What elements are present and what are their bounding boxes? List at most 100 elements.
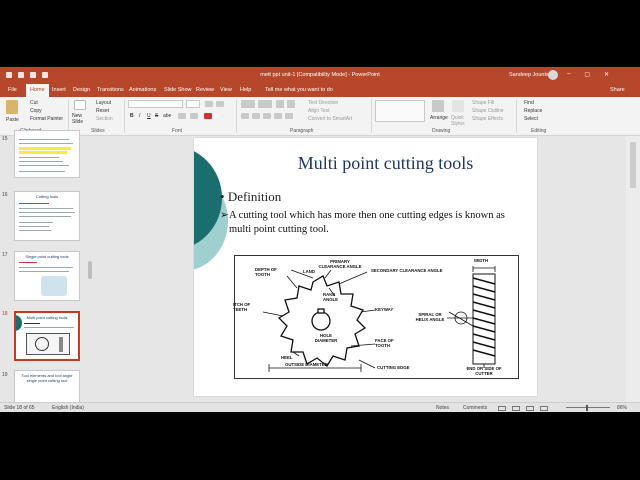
spiral-helix-angle-label: SPIRAL OR HELIX ANGLE [415,312,445,322]
reset-button[interactable]: Reset [96,108,109,114]
bold-button[interactable]: B [130,113,134,119]
tell-me-search[interactable]: Tell me what you want to do [265,87,333,93]
reading-view-icon[interactable] [526,406,534,411]
new-slide-icon[interactable] [74,100,86,110]
scrollbar-thumb[interactable] [630,142,636,188]
close-button[interactable]: ✕ [604,71,609,78]
divider [516,99,517,133]
divider [371,99,372,133]
shape-fill-button[interactable]: Shape Fill [472,100,494,106]
width-label: WIDTH [474,258,489,263]
bullet-definition[interactable]: • Definition [220,189,281,205]
decrease-indent-icon[interactable] [276,100,284,108]
paste-button[interactable]: Paste [6,117,19,123]
thumbnail-number: 16 [2,192,8,198]
definition-paragraph[interactable]: ➢ A cutting tool which has more then one… [220,209,520,237]
arrange-icon[interactable] [432,100,444,112]
outside-diameter-label: OUTSIDE DIAMETER [285,362,328,367]
vertical-scrollbar[interactable] [626,136,640,402]
hole-diameter-label: HOLE DIAMETER [314,333,338,343]
user-name[interactable]: Sandeep Jounts [509,72,549,78]
italic-button[interactable]: I [139,113,140,119]
font-name-box[interactable] [128,100,183,108]
thumbnail-title: Multi point cutting tools [26,315,68,320]
copy-button[interactable]: Copy [30,108,42,114]
share-button[interactable]: Share [610,87,625,93]
font-size-box[interactable] [186,100,200,108]
justify-icon[interactable] [274,113,282,119]
tab-review[interactable]: Review [196,87,214,93]
divider [236,99,237,133]
convert-smartart-button[interactable]: Convert to SmartArt [308,116,352,122]
depth-of-tooth-label: DEPTH OF TOOTH [255,267,277,277]
new-slide-button[interactable]: New Slide [72,113,90,125]
slide-thumbnail[interactable]: Cutting tools [14,191,80,241]
ribbon-tabs: File Home Insert Design Transitions Anim… [0,84,640,97]
increase-font-icon[interactable] [205,101,213,107]
select-button[interactable]: Select [524,116,538,122]
align-left-icon[interactable] [241,113,249,119]
quick-styles-icon[interactable] [452,100,464,112]
replace-button[interactable]: Replace [524,108,542,114]
comments-button[interactable]: Comments [463,405,487,411]
notes-button[interactable]: Notes [436,405,449,411]
format-painter-button[interactable]: Format Painter [30,116,63,122]
slide-thumbnail-selected[interactable]: Multi point cutting tools [14,311,80,361]
zoom-slider[interactable] [566,407,610,408]
arrange-button[interactable]: Arrange [430,115,448,121]
shadow-button[interactable]: abe [163,113,171,119]
text-direction-button[interactable]: Text Direction [308,100,338,106]
normal-view-icon[interactable] [498,406,506,411]
quick-styles-button[interactable]: Quick Styles [451,115,469,127]
numbering-icon[interactable] [258,100,272,108]
thumbnail-scrollbar[interactable] [88,261,92,279]
slide-sorter-icon[interactable] [512,406,520,411]
tab-design[interactable]: Design [73,87,90,93]
slide-title[interactable]: Multi point cutting tools [234,153,537,174]
maximize-button[interactable]: ▢ [584,71,590,78]
character-spacing-icon[interactable] [178,113,186,119]
align-center-icon[interactable] [252,113,260,119]
minimize-button[interactable]: – [567,71,570,78]
columns-icon[interactable] [285,113,293,119]
bullets-icon[interactable] [241,100,255,108]
align-right-icon[interactable] [263,113,271,119]
layout-button[interactable]: Layout [96,100,111,106]
section-button[interactable]: Section [96,116,113,122]
cut-button[interactable]: Cut [30,100,38,106]
tab-slide-show[interactable]: Slide Show [164,87,192,93]
thumbnail-title: Single point cutting tools [25,254,69,259]
tab-file[interactable]: File [8,87,17,93]
zoom-slider-handle[interactable] [586,405,588,411]
tab-home[interactable]: Home [26,84,49,97]
slide-thumbnail[interactable]: Single point cutting tools [14,251,80,301]
find-button[interactable]: Find [524,100,534,106]
thumbnail-number: 19 [2,372,8,378]
thumbnail-number: 15 [2,136,8,142]
slide-thumbnail[interactable] [14,130,80,178]
shape-effects-button[interactable]: Shape Effects [472,116,503,122]
strikethrough-button[interactable]: S [155,113,158,119]
face-of-tooth-label: FACE OF TOOTH [375,338,394,348]
milling-cutter-diagram[interactable]: DEPTH OF TOOTH LAND PRIMARY CLEARANCE AN… [233,255,519,379]
shape-outline-button[interactable]: Shape Outline [472,108,504,114]
paste-icon[interactable] [6,100,18,114]
decrease-font-icon[interactable] [216,101,224,107]
change-case-icon[interactable] [190,113,198,119]
increase-indent-icon[interactable] [287,100,295,108]
font-color-icon[interactable] [204,113,212,119]
slideshow-view-icon[interactable] [540,406,548,411]
tab-insert[interactable]: Insert [52,87,66,93]
slide-canvas[interactable]: Multi point cutting tools • Definition ➢… [194,138,537,396]
heel-label: HEEL [281,355,293,360]
tab-help[interactable]: Help [240,87,251,93]
align-text-button[interactable]: Align Text [308,108,330,114]
zoom-level[interactable]: 86% [617,405,627,411]
shapes-gallery[interactable] [375,100,425,122]
tab-transitions[interactable]: Transitions [97,87,124,93]
tab-view[interactable]: View [220,87,232,93]
underline-button[interactable]: U [147,113,151,119]
tab-animations[interactable]: Animations [129,87,156,93]
avatar[interactable] [548,70,558,80]
language-indicator[interactable]: English (India) [52,405,84,411]
